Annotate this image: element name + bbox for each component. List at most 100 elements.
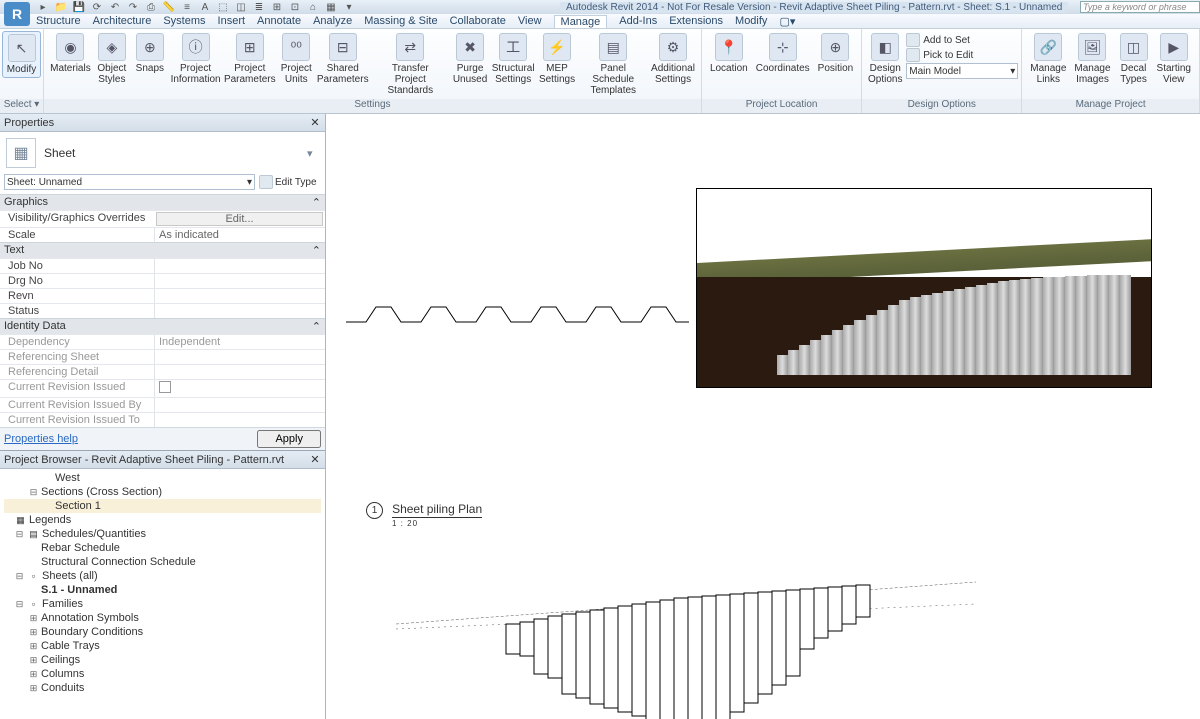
home-icon[interactable]: ⌂ [306, 1, 320, 13]
project-info-button[interactable]: ⓘProject Information [169, 31, 222, 87]
tree-item-legends[interactable]: ▦Legends [4, 513, 321, 527]
add-to-set-button[interactable]: Add to Set [906, 33, 1018, 47]
location-button[interactable]: 📍Location [706, 31, 752, 76]
tree-item-struct-conn[interactable]: Structural Connection Schedule [4, 555, 321, 569]
tree-item-rebar[interactable]: Rebar Schedule [4, 541, 321, 555]
tree-item-west[interactable]: West [4, 471, 321, 485]
project-units-button[interactable]: ⁰⁰Project Units [277, 31, 315, 87]
decal-types-button[interactable]: ◫Decal Types [1115, 31, 1153, 87]
tab-extensions[interactable]: Extensions [669, 15, 723, 27]
transfer-standards-button[interactable]: ⇄Transfer Project Standards [370, 31, 450, 98]
edit-type-button[interactable]: Edit Type [259, 175, 321, 189]
viewport-3d[interactable] [696, 188, 1152, 388]
help-search-input[interactable]: Type a keyword or phrase [1080, 1, 1200, 13]
folder-icon[interactable]: 📁 [54, 1, 68, 13]
section-view-graphic[interactable] [396, 564, 976, 719]
shared-icon: ⊟ [329, 33, 357, 61]
properties-help-link[interactable]: Properties help [4, 433, 78, 445]
section-icon[interactable]: ◫ [234, 1, 248, 13]
tab-context-icon[interactable]: ▢▾ [779, 15, 795, 28]
properties-close-icon[interactable]: ✕ [309, 116, 321, 129]
app-logo[interactable]: R [4, 2, 30, 26]
design-option-combo[interactable]: Main Model▾ [906, 63, 1018, 79]
sync-icon[interactable]: ⟳ [90, 1, 104, 13]
prop-jobno: Job No [0, 259, 154, 273]
tab-annotate[interactable]: Annotate [257, 15, 301, 27]
tree-item-schedules[interactable]: ⊟▤Schedules/Quantities [4, 527, 321, 541]
modify-button[interactable]: ↖ Modify [2, 31, 41, 78]
section-graphics[interactable]: Graphics⌃ [0, 194, 325, 210]
prop-scale-value[interactable]: As indicated [154, 228, 325, 242]
images-icon: 🖼 [1078, 33, 1106, 61]
tree-item-annotation[interactable]: ⊞Annotation Symbols [4, 611, 321, 625]
purge-button[interactable]: ✖Purge Unused [450, 31, 489, 87]
tab-manage[interactable]: Manage [554, 15, 608, 28]
tree-item-conduits[interactable]: ⊞Conduits [4, 681, 321, 695]
manage-links-button[interactable]: 🔗Manage Links [1026, 31, 1070, 87]
manage-images-button[interactable]: 🖼Manage Images [1070, 31, 1114, 87]
drawing-canvas[interactable]: 1 Sheet piling Plan 1 : 20 [326, 114, 1200, 719]
tree-item-cable[interactable]: ⊞Cable Trays [4, 639, 321, 653]
print-icon[interactable]: ⎙ [144, 1, 158, 13]
tab-massing[interactable]: Massing & Site [364, 15, 437, 27]
3d-icon[interactable]: ⬚ [216, 1, 230, 13]
tab-architecture[interactable]: Architecture [93, 15, 152, 27]
open-icon[interactable]: ▸ [36, 1, 50, 13]
thin-lines-icon[interactable]: ≣ [252, 1, 266, 13]
plan-view-graphic[interactable] [341, 287, 691, 347]
prop-revn-value[interactable] [154, 289, 325, 303]
group-select[interactable]: Select ▾ [0, 99, 43, 113]
starting-view-button[interactable]: ▶Starting View [1153, 31, 1195, 87]
panel-schedule-button[interactable]: ▤Panel Schedule Templates [577, 31, 649, 98]
tree-item-sections[interactable]: ⊟Sections (Cross Section) [4, 485, 321, 499]
design-options-button[interactable]: ◧Design Options [866, 31, 904, 87]
pick-to-edit-button[interactable]: Pick to Edit [906, 48, 1018, 62]
snaps-button[interactable]: ⊕Snaps [131, 31, 169, 76]
tree-item-sheets[interactable]: ⊟▫Sheets (all) [4, 569, 321, 583]
additional-settings-button[interactable]: ⚙Additional Settings [649, 31, 697, 87]
more-icon[interactable]: ▾ [342, 1, 356, 13]
tree-item-s1[interactable]: S.1 - Unnamed [4, 583, 321, 597]
tree-item-boundary[interactable]: ⊞Boundary Conditions [4, 625, 321, 639]
tab-modify[interactable]: Modify [735, 15, 767, 27]
tab-systems[interactable]: Systems [163, 15, 205, 27]
tab-analyze[interactable]: Analyze [313, 15, 352, 27]
tab-collaborate[interactable]: Collaborate [450, 15, 506, 27]
tree-item-ceilings[interactable]: ⊞Ceilings [4, 653, 321, 667]
tab-view[interactable]: View [518, 15, 542, 27]
prop-jobno-value[interactable] [154, 259, 325, 273]
save-icon[interactable]: 💾 [72, 1, 86, 13]
structural-settings-button[interactable]: 工Structural Settings [490, 31, 537, 87]
redo-icon[interactable]: ↷ [126, 1, 140, 13]
shared-params-button[interactable]: ⊟Shared Parameters [315, 31, 370, 87]
edit-visibility-button[interactable]: Edit... [156, 212, 323, 226]
position-button[interactable]: ⊕Position [814, 31, 858, 76]
switch-icon[interactable]: ⊡ [288, 1, 302, 13]
text-icon[interactable]: A [198, 1, 212, 13]
section-identity[interactable]: Identity Data⌃ [0, 318, 325, 334]
measure-icon[interactable]: 📏 [162, 1, 176, 13]
close-hidden-icon[interactable]: ⊞ [270, 1, 284, 13]
object-styles-button[interactable]: ◈Object Styles [93, 31, 131, 87]
tree-item-columns[interactable]: ⊞Columns [4, 667, 321, 681]
tree-item-section1[interactable]: Section 1 [4, 499, 321, 513]
project-params-button[interactable]: ⊞Project Parameters [222, 31, 277, 87]
tab-insert[interactable]: Insert [218, 15, 246, 27]
tab-structure[interactable]: Structure [36, 15, 81, 27]
instance-selector[interactable]: Sheet: Unnamed▾ [4, 174, 255, 190]
undo-icon[interactable]: ↶ [108, 1, 122, 13]
align-icon[interactable]: ≡ [180, 1, 194, 13]
apply-button[interactable]: Apply [257, 430, 321, 448]
browser-close-icon[interactable]: ✕ [309, 453, 321, 466]
section-text[interactable]: Text⌃ [0, 242, 325, 258]
materials-button[interactable]: ◉Materials [48, 31, 93, 76]
mep-settings-button[interactable]: ⚡MEP Settings [537, 31, 578, 87]
tree-item-families[interactable]: ⊟▫Families [4, 597, 321, 611]
view-title-block[interactable]: 1 Sheet piling Plan 1 : 20 [366, 502, 482, 528]
prop-drgno-value[interactable] [154, 274, 325, 288]
tab-addins[interactable]: Add-Ins [619, 15, 657, 27]
coordinates-button[interactable]: ⊹Coordinates [752, 31, 814, 76]
type-dropdown-icon[interactable]: ▾ [307, 147, 319, 160]
worksets-icon[interactable]: ▦ [324, 1, 338, 13]
prop-status-value[interactable] [154, 304, 325, 318]
